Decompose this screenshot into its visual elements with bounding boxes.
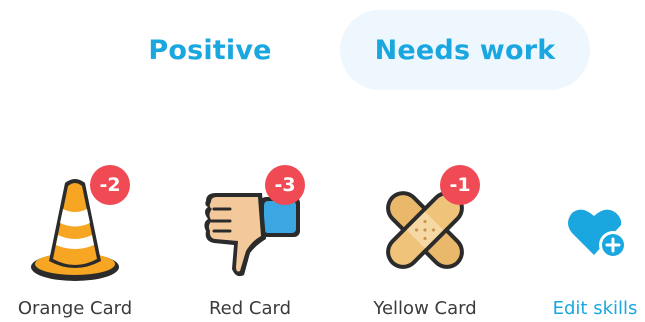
feedback-tabs: Positive Needs work bbox=[0, 0, 645, 100]
edit-skills-button[interactable]: Edit skills bbox=[545, 165, 645, 322]
skill-card-yellow[interactable]: -1 Yellow Card bbox=[350, 165, 500, 322]
skill-card-orange[interactable]: -2 Orange Card bbox=[0, 165, 150, 322]
tab-needs-work[interactable]: Needs work bbox=[340, 10, 590, 90]
heart-plus-icon bbox=[567, 205, 629, 260]
skill-label: Orange Card bbox=[17, 298, 133, 319]
edit-skills-label: Edit skills bbox=[552, 298, 638, 319]
points-badge: -2 bbox=[90, 165, 130, 205]
points-badge: -1 bbox=[440, 165, 480, 205]
points-badge: -3 bbox=[265, 165, 305, 205]
skill-label: Yellow Card bbox=[373, 298, 477, 319]
skill-label: Red Card bbox=[208, 298, 292, 319]
tab-positive[interactable]: Positive bbox=[110, 10, 310, 90]
skill-card-red[interactable]: -3 Red Card bbox=[175, 165, 325, 322]
